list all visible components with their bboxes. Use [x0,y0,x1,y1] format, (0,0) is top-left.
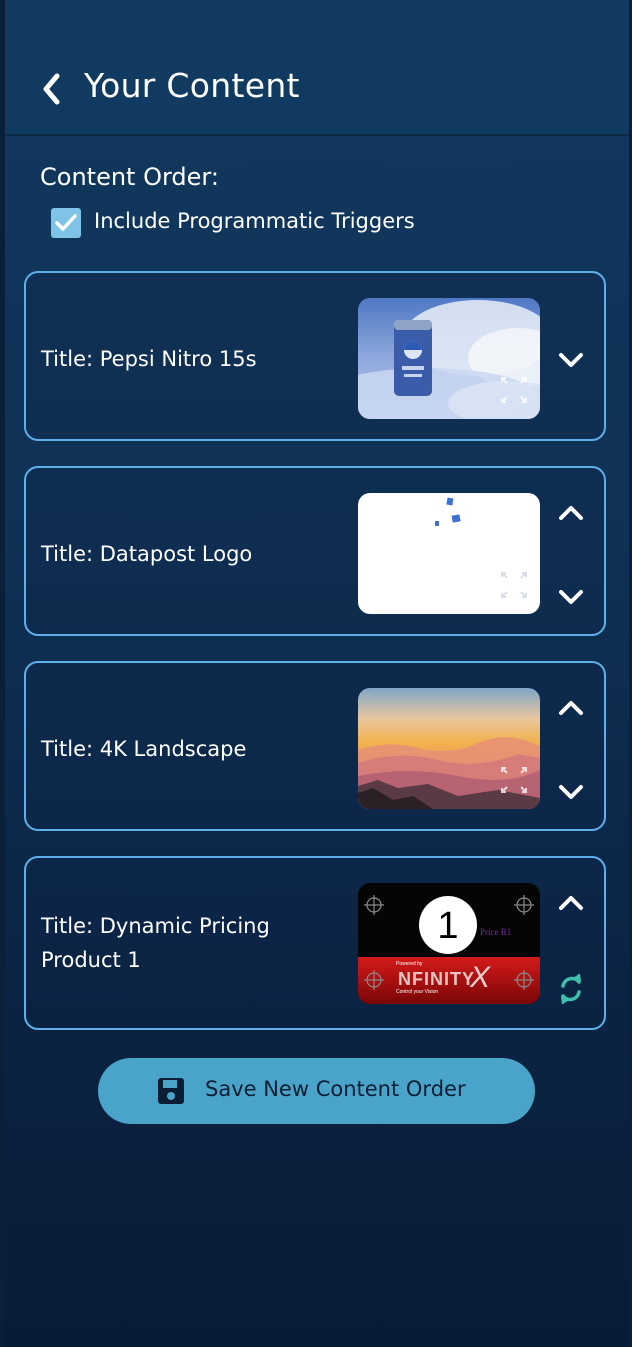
thumbnail-dynamic-pricing[interactable]: 1 Price R1 Powered by NFINITY X Control … [358,883,540,1004]
thumbnail-datapost-logo[interactable] [358,493,540,614]
page-title: Your Content [84,66,300,105]
pricing-brand: NFINITY [398,969,475,989]
content-card-4: Title: Dynamic Pricing Product 1 1 Price… [24,856,606,1030]
frame-edge-left [0,0,5,1347]
content-title: Title: Dynamic Pricing Product 1 [41,914,270,972]
chevron-up-icon[interactable] [557,503,585,523]
chevron-down-icon[interactable] [557,587,585,607]
save-button-label: Save New Content Order [205,1077,466,1101]
chevron-down-icon[interactable] [557,782,585,802]
include-triggers-checkbox[interactable] [51,208,81,238]
content-title: Title: 4K Landscape [41,737,247,761]
chevron-up-icon[interactable] [557,893,585,913]
content-title: Title: Datapost Logo [41,542,253,566]
header-bar: Your Content [5,0,629,136]
pricing-price: Price R1 [480,927,511,937]
thumbnail-4k-landscape[interactable] [358,688,540,809]
chevron-down-icon[interactable] [557,350,585,370]
pricing-tagline: Control your Vision [396,989,438,995]
pricing-powered: Powered by [396,961,423,967]
chevron-up-icon[interactable] [557,698,585,718]
chevron-left-icon[interactable] [39,71,67,107]
content-title: Title: Pepsi Nitro 15s [41,347,257,371]
pricing-brand-x: X [469,961,491,994]
save-content-order-button[interactable]: Save New Content Order [98,1058,535,1124]
content-card-1: Title: Pepsi Nitro 15s [24,271,606,441]
refresh-icon[interactable] [556,972,586,1006]
thumbnail-pepsi-nitro[interactable] [358,298,540,419]
content-card-3: Title: 4K Landscape [24,661,606,831]
content-card-2: Title: Datapost Logo [24,466,606,636]
include-triggers-label: Include Programmatic Triggers [94,209,415,233]
pricing-number: 1 [437,905,458,947]
checkmark-icon [55,214,77,231]
floppy-disk-icon [158,1078,184,1104]
content-order-label: Content Order: [40,163,219,191]
